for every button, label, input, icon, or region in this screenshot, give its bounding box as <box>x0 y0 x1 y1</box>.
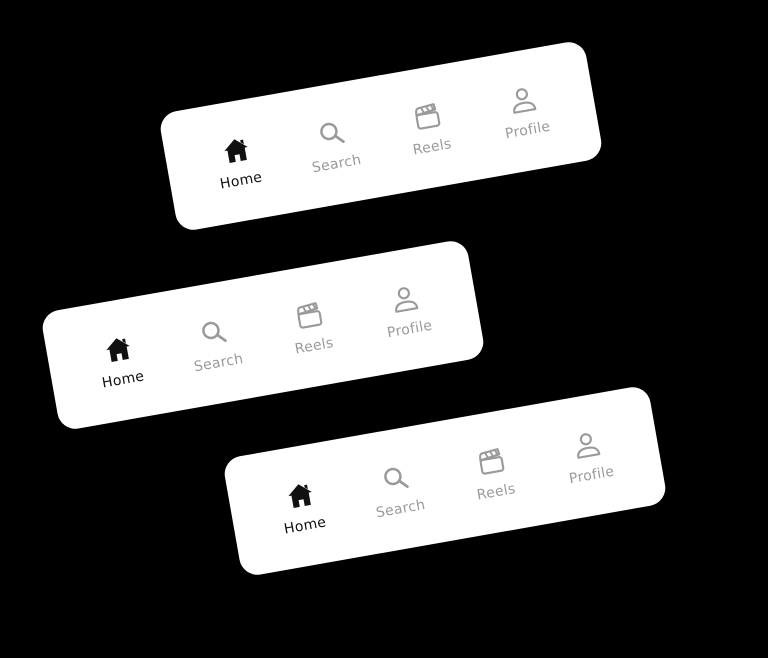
nav-label-profile: Profile <box>385 317 434 341</box>
user-icon <box>504 81 541 118</box>
nav-label-search: Search <box>192 350 245 375</box>
nav-item-reels[interactable]: Reels <box>446 438 540 507</box>
clapperboard-icon <box>472 443 509 480</box>
nav-item-home[interactable]: Home <box>73 326 167 395</box>
home-icon <box>99 330 136 367</box>
nav-item-home[interactable]: Home <box>255 472 349 541</box>
search-icon <box>377 460 414 497</box>
nav-label-home: Home <box>100 367 146 392</box>
bottom-navbar: Home Search Reels Profile <box>39 238 487 432</box>
user-icon <box>386 280 423 317</box>
nav-item-reels[interactable]: Reels <box>264 292 358 361</box>
nav-item-profile[interactable]: Profile <box>477 76 571 145</box>
nav-label-search: Search <box>310 151 363 176</box>
nav-label-reels: Reels <box>411 135 453 159</box>
nav-item-profile[interactable]: Profile <box>359 275 453 344</box>
nav-label-home: Home <box>218 168 264 193</box>
nav-label-home: Home <box>282 513 328 538</box>
nav-label-reels: Reels <box>293 334 335 358</box>
nav-item-search[interactable]: Search <box>286 110 380 179</box>
home-icon <box>281 476 318 513</box>
nav-label-reels: Reels <box>475 480 517 504</box>
canvas: Home Search Reels Profile Home Search Re… <box>0 0 768 658</box>
bottom-navbar: Home Search Reels Profile <box>157 39 605 233</box>
nav-item-profile[interactable]: Profile <box>541 421 635 490</box>
nav-label-profile: Profile <box>503 118 552 142</box>
nav-item-home[interactable]: Home <box>191 127 285 196</box>
nav-item-reels[interactable]: Reels <box>382 93 476 162</box>
nav-label-search: Search <box>374 496 427 521</box>
home-icon <box>217 131 254 168</box>
nav-item-search[interactable]: Search <box>168 309 262 378</box>
clapperboard-icon <box>408 98 445 135</box>
search-icon <box>313 115 350 152</box>
bottom-navbar: Home Search Reels Profile <box>221 384 669 578</box>
search-icon <box>195 314 232 351</box>
clapperboard-icon <box>290 297 327 334</box>
nav-label-profile: Profile <box>567 463 616 487</box>
nav-item-search[interactable]: Search <box>350 455 444 524</box>
user-icon <box>568 426 605 463</box>
